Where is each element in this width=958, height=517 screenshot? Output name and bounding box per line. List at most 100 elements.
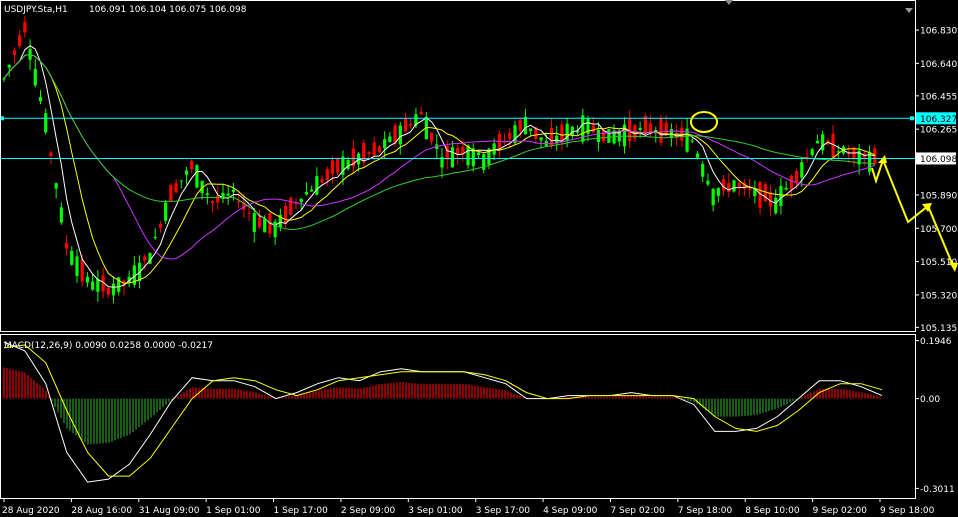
candle-body <box>336 158 340 173</box>
candle-body <box>602 130 606 142</box>
candle-body <box>164 202 168 221</box>
chart-canvas[interactable]: 106.327 106.098 106.830 106.640 106.455 106.… <box>0 0 958 517</box>
price-tag-label: 106.098 <box>920 155 957 165</box>
candle-body <box>398 125 402 145</box>
price-tick-label: 106.265 <box>920 126 957 136</box>
candle-body <box>800 162 804 178</box>
candle-body <box>847 153 851 155</box>
candle-body <box>70 250 74 265</box>
macd-title-label: MACD(12,26,9) 0.0090 0.0258 0.0000 -0.02… <box>4 341 213 351</box>
candle-body <box>247 212 251 214</box>
candle-body <box>539 137 543 141</box>
candle-body <box>831 133 835 159</box>
candle-body <box>497 133 501 151</box>
time-tick-label: 9 Sep 18:00 <box>880 506 935 516</box>
candle-body <box>727 182 731 192</box>
candle-body <box>716 188 720 196</box>
candle-body <box>23 21 27 33</box>
time-tick-label: 7 Sep 18:00 <box>678 506 733 516</box>
candle-body <box>64 242 69 249</box>
candle-body <box>210 201 215 204</box>
time-tick-label: 1 Sep 01:00 <box>206 506 261 516</box>
candle-body <box>372 142 376 155</box>
candle-body <box>299 198 303 203</box>
candle-body <box>80 259 84 282</box>
candle-body <box>367 152 371 155</box>
candle-body <box>732 180 736 192</box>
candle-body <box>362 142 366 163</box>
candle-body <box>289 197 293 215</box>
candle-body <box>320 178 324 183</box>
candle-body <box>59 207 63 223</box>
candle-body <box>111 283 116 296</box>
time-tick-label: 3 Sep 01:00 <box>408 506 463 516</box>
candle-body <box>607 129 611 143</box>
candle-body <box>748 188 752 191</box>
time-tick-label: 4 Sep 09:00 <box>543 506 598 516</box>
candle-body <box>231 189 236 192</box>
candle-body <box>75 256 79 277</box>
candle-body <box>33 68 37 86</box>
candle-body <box>153 236 157 239</box>
candle-body <box>403 118 408 132</box>
price-tag-label: 106.327 <box>920 115 957 125</box>
candle-body <box>492 143 496 155</box>
time-tick-label: 1 Sep 17:00 <box>274 506 329 516</box>
candle-body <box>529 128 533 132</box>
candle-body <box>711 188 715 206</box>
candle-body <box>143 256 147 261</box>
time-tick-label: 9 Sep 02:00 <box>813 506 868 516</box>
price-tick-label: 105.320 <box>920 291 957 301</box>
candle-body <box>560 124 564 142</box>
candle-body <box>690 140 694 142</box>
candle-body <box>257 217 262 228</box>
candle-body <box>7 65 11 68</box>
candle-body <box>226 193 230 196</box>
candle-body <box>591 125 595 133</box>
candle-body <box>38 97 43 102</box>
candle-body <box>205 193 209 195</box>
price-tick-label: 105.135 <box>920 324 957 334</box>
line-handle-right[interactable] <box>910 116 914 121</box>
candle-body <box>96 279 100 292</box>
candle-body <box>190 160 194 170</box>
candle-body <box>476 152 481 156</box>
candle-body <box>784 188 788 190</box>
candle-body <box>596 129 601 143</box>
candle-body <box>774 197 778 214</box>
candle-body <box>638 127 642 130</box>
candle-body <box>91 281 95 290</box>
candle-body <box>195 165 199 188</box>
candle-body <box>184 170 189 175</box>
candle-body <box>179 180 183 182</box>
candle-body <box>737 182 741 188</box>
candle-body <box>85 276 90 283</box>
price-tick-label: 105.890 <box>920 191 957 201</box>
time-tick-label: 8 Sep 10:00 <box>745 506 800 516</box>
candle-body <box>388 136 392 142</box>
candle-body <box>252 213 256 233</box>
candle-body <box>216 195 220 203</box>
candle-body <box>779 185 783 207</box>
candle-body <box>409 124 413 126</box>
time-tick-label: 28 Aug 16:00 <box>71 506 132 516</box>
candle-body <box>44 113 48 133</box>
time-tick-label: 28 Aug 2020 <box>2 506 60 516</box>
candle-body <box>810 149 814 156</box>
candle-body <box>701 163 705 177</box>
candle-body <box>18 35 22 47</box>
candle-body <box>377 146 382 153</box>
candle-body <box>12 50 17 56</box>
candle-body <box>429 132 434 142</box>
macd-tick-label: 0.1946 <box>920 337 952 347</box>
candle-body <box>815 140 820 144</box>
time-tick-label: 31 Aug 09:00 <box>139 506 200 516</box>
candle-body <box>54 183 58 189</box>
candle-body <box>789 175 793 190</box>
candle-body <box>383 139 387 149</box>
candle-body <box>263 218 267 233</box>
candle-body <box>174 183 178 193</box>
time-tick-label: 3 Sep 17:00 <box>476 506 531 516</box>
macd-tick-label: -0.3011 <box>920 485 955 495</box>
candle-body <box>659 118 663 143</box>
